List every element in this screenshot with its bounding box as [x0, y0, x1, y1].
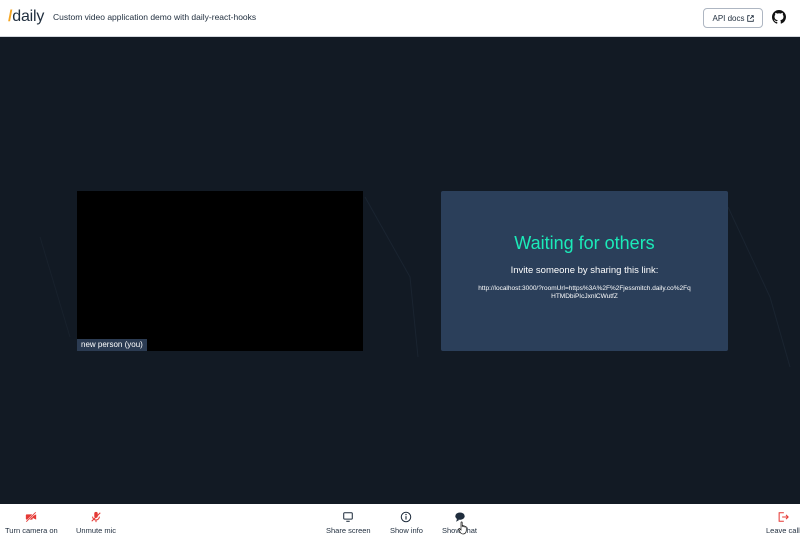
- waiting-subtitle: Invite someone by sharing this link:: [510, 265, 659, 276]
- waiting-title: Waiting for others: [514, 233, 655, 253]
- call-stage: new person (you) Waiting for others Invi…: [0, 37, 800, 504]
- page-title: Custom video application demo with daily…: [53, 12, 257, 22]
- pointer-cursor-icon: [458, 521, 467, 535]
- monitor-icon: [343, 512, 354, 522]
- show-info-label: Show info: [390, 526, 423, 535]
- info-icon: [401, 511, 412, 523]
- share-screen-label: Share screen: [326, 526, 371, 535]
- mic-off-icon: [91, 511, 101, 523]
- github-icon[interactable]: [772, 10, 786, 24]
- camera-off-icon: [25, 511, 38, 523]
- waiting-tile: Waiting for others Invite someone by sha…: [441, 191, 728, 351]
- leave-icon: [778, 512, 789, 522]
- app-header: /daily Custom video application demo wit…: [0, 0, 800, 37]
- local-video-tile: new person (you): [77, 191, 363, 351]
- external-link-icon: [746, 14, 754, 22]
- call-tray: Turn camera on Unmute mic Share screen S…: [0, 504, 800, 542]
- api-docs-label: API docs: [712, 13, 745, 23]
- leave-call-button[interactable]: Leave call: [766, 511, 800, 539]
- participant-name-label: new person (you): [77, 339, 147, 351]
- daily-logo[interactable]: /daily: [8, 8, 44, 26]
- api-docs-button[interactable]: API docs: [703, 8, 763, 28]
- camera-toggle-label: Turn camera on: [5, 526, 58, 535]
- invite-link[interactable]: http://localhost:3000/?roomUrl=https%3A%…: [477, 285, 692, 301]
- leave-call-label: Leave call: [766, 526, 800, 535]
- camera-toggle-button[interactable]: Turn camera on: [5, 511, 58, 539]
- logo-text: daily: [12, 8, 45, 25]
- mic-toggle-label: Unmute mic: [76, 526, 117, 535]
- share-screen-button[interactable]: Share screen: [326, 511, 371, 539]
- show-info-button[interactable]: Show info: [390, 511, 423, 539]
- mic-toggle-button[interactable]: Unmute mic: [76, 511, 116, 539]
